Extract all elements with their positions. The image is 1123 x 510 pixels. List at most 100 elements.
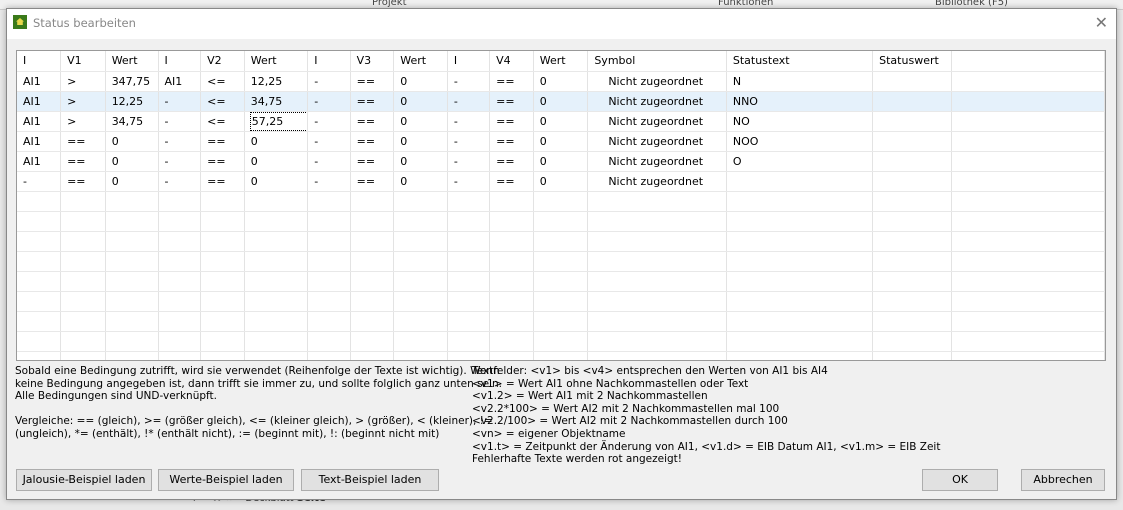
table-cell[interactable] — [951, 111, 1105, 132]
table-cell[interactable] — [587, 271, 727, 292]
table-cell[interactable] — [244, 291, 309, 312]
table-cell[interactable] — [951, 291, 1105, 312]
table-cell[interactable] — [105, 211, 159, 232]
table-cell[interactable] — [393, 251, 448, 272]
cancel-button[interactable]: Abbrechen — [1021, 469, 1105, 491]
table-cell[interactable] — [60, 311, 106, 332]
table-cell[interactable]: == — [200, 131, 245, 152]
table-cell[interactable]: - — [307, 151, 351, 172]
table-cell[interactable] — [447, 251, 491, 272]
table-cell[interactable]: 0 — [533, 171, 589, 192]
table-cell[interactable] — [533, 311, 589, 332]
table-cell[interactable] — [489, 271, 534, 292]
table-cell[interactable]: - — [158, 171, 202, 192]
table-cell[interactable]: == — [60, 151, 106, 172]
table-cell[interactable] — [533, 191, 589, 212]
table-cell[interactable] — [489, 211, 534, 232]
table-cell[interactable]: == — [489, 131, 534, 152]
table-cell[interactable] — [393, 191, 448, 212]
table-cell[interactable] — [105, 331, 159, 352]
table-cell[interactable] — [244, 331, 309, 352]
table-row[interactable] — [17, 211, 1105, 232]
load-text-example-button[interactable]: Text-Beispiel laden — [301, 469, 439, 491]
table-cell[interactable] — [158, 191, 202, 212]
table-cell[interactable]: == — [350, 71, 395, 92]
table-cell[interactable]: 347,75 — [105, 71, 159, 92]
table-cell[interactable] — [393, 231, 448, 252]
table-cell[interactable] — [105, 311, 159, 332]
table-cell[interactable] — [726, 211, 874, 232]
table-cell[interactable] — [726, 291, 874, 312]
table-cell[interactable] — [17, 291, 62, 312]
table-cell[interactable]: 57,25 — [244, 111, 309, 132]
column-header[interactable]: Wert — [105, 51, 159, 72]
table-cell[interactable] — [489, 231, 534, 252]
table-cell[interactable]: == — [350, 91, 395, 112]
table-cell[interactable] — [105, 251, 159, 272]
table-cell[interactable]: > — [60, 71, 106, 92]
table-cell[interactable] — [951, 151, 1105, 172]
table-cell[interactable]: AI1 — [17, 111, 62, 132]
table-cell[interactable]: 0 — [244, 171, 309, 192]
table-cell[interactable]: - — [158, 91, 202, 112]
table-cell[interactable] — [872, 251, 952, 272]
table-cell[interactable] — [587, 351, 727, 360]
table-cell[interactable] — [200, 291, 245, 312]
table-cell[interactable] — [307, 251, 351, 272]
table-cell[interactable]: - — [447, 151, 491, 172]
table-cell[interactable]: == — [60, 131, 106, 152]
table-cell[interactable] — [393, 271, 448, 292]
table-cell[interactable] — [951, 331, 1105, 352]
table-cell[interactable] — [533, 271, 589, 292]
table-cell[interactable]: - — [447, 71, 491, 92]
table-cell[interactable]: - — [307, 91, 351, 112]
table-cell[interactable]: AI1 — [17, 151, 62, 172]
table-cell[interactable]: - — [158, 111, 202, 132]
load-values-example-button[interactable]: Werte-Beispiel laden — [158, 469, 294, 491]
table-cell[interactable] — [726, 191, 874, 212]
table-cell[interactable]: == — [489, 91, 534, 112]
table-cell[interactable] — [244, 271, 309, 292]
table-cell[interactable] — [447, 271, 491, 292]
table-cell[interactable] — [951, 251, 1105, 272]
table-cell[interactable]: 0 — [533, 151, 589, 172]
table-cell[interactable]: == — [350, 151, 395, 172]
table-row[interactable]: AI1 >347,75 AI1 <= 12,25 - == 0 - == 0 Nicht zugeor… — [17, 71, 1105, 92]
table-cell[interactable] — [587, 211, 727, 232]
table-cell[interactable] — [489, 251, 534, 272]
column-header[interactable]: I — [17, 51, 62, 72]
table-cell[interactable] — [872, 151, 952, 172]
menu-funktionen[interactable]: Funktionen — [718, 0, 773, 8]
table-cell[interactable] — [17, 251, 62, 272]
table-cell[interactable]: 0 — [393, 71, 448, 92]
table-row[interactable] — [17, 231, 1105, 252]
menu-bibliothek[interactable]: Bibliothek (F5) — [935, 0, 1008, 8]
table-cell[interactable] — [393, 331, 448, 352]
close-icon[interactable]: ✕ — [1095, 13, 1108, 32]
table-cell[interactable] — [872, 291, 952, 312]
table-cell[interactable] — [200, 271, 245, 292]
table-cell[interactable]: Nicht zugeordnet — [587, 171, 727, 192]
table-cell[interactable]: 0 — [533, 131, 589, 152]
load-jalousie-example-button[interactable]: Jalousie-Beispiel laden — [16, 469, 152, 491]
table-cell[interactable] — [244, 191, 309, 212]
table-cell[interactable]: AI1 — [17, 91, 62, 112]
table-cell[interactable] — [60, 291, 106, 312]
table-cell[interactable] — [726, 171, 874, 192]
table-cell[interactable]: AI1 — [17, 71, 62, 92]
table-cell[interactable] — [244, 251, 309, 272]
table-cell[interactable] — [489, 311, 534, 332]
table-row[interactable]: AI1 == 0 - == 0 - == 0 - == 0 Nicht zugeordnet O — [17, 151, 1105, 172]
column-header[interactable]: Statuswert — [872, 51, 952, 72]
column-header[interactable]: V2 — [200, 51, 245, 72]
table-cell[interactable] — [393, 351, 448, 360]
column-header[interactable]: Wert — [393, 51, 448, 72]
table-cell[interactable]: 0 — [393, 131, 448, 152]
table-cell[interactable] — [307, 351, 351, 360]
table-row[interactable]: - == 0 - == 0 - == 0 - == 0 Nicht zugeordnet — [17, 171, 1105, 192]
table-cell[interactable] — [307, 331, 351, 352]
table-cell[interactable] — [872, 171, 952, 192]
table-cell[interactable]: == — [350, 131, 395, 152]
table-cell[interactable] — [200, 211, 245, 232]
table-cell[interactable]: == — [489, 171, 534, 192]
